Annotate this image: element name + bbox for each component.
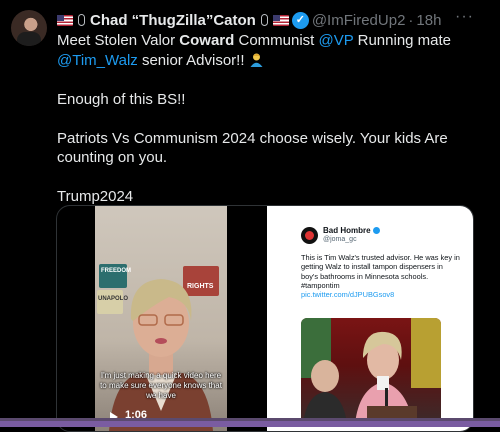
timestamp[interactable]: 18h [416, 12, 441, 29]
us-flag-icon [57, 14, 73, 26]
microphone-icon [260, 14, 268, 26]
user-handle[interactable]: @ImFiredUp2 [312, 12, 406, 29]
embedded-text: This is Tim Walz's trusted advisor. He w… [301, 253, 461, 299]
verified-badge-icon: ✓ [291, 11, 309, 29]
embedded-name: Bad Hombre [323, 226, 380, 235]
display-name[interactable]: Chad “ThugZilla”Caton [90, 12, 256, 29]
separator: · [408, 11, 414, 29]
video-person [109, 279, 213, 431]
verified-badge-icon [372, 227, 380, 234]
video-player[interactable]: FREEDOM RIGHTS UNAPOLO I'm just making a… [95, 206, 227, 431]
media-container[interactable]: FREEDOM RIGHTS UNAPOLO I'm just making a… [56, 205, 474, 432]
tweet[interactable]: Chad “ThugZilla”Caton ✓ @ImFiredUp2 · 18… [0, 0, 500, 432]
microphone-icon [78, 14, 85, 26]
man-emoji-icon [250, 53, 263, 67]
avatar[interactable] [11, 10, 47, 46]
embedded-avatar [301, 227, 318, 244]
embedded-name-text: Bad Hombre [323, 226, 371, 235]
tweet-para-2: Enough of this BS!! [57, 90, 186, 108]
tweet-para-4: Trump2024 [57, 188, 134, 205]
embedded-tweet-screenshot[interactable]: Bad Hombre @joma_gc This is Tim Walz's t… [267, 206, 473, 431]
tweet-line-1: Meet Stolen Valor Coward Communist @VP R… [57, 31, 487, 51]
embedded-link: pic.twitter.com/dJPUBGsov8 [301, 290, 395, 300]
embedded-handle: @joma_gc [323, 236, 357, 243]
tweet-text: Meet Stolen Valor Coward Communist @VP R… [57, 31, 487, 207]
text-segment: senior Advisor!! [137, 51, 249, 69]
embedded-body: This is Tim Walz's trusted advisor. He w… [301, 253, 460, 290]
text-bold: Coward [179, 32, 235, 49]
tweet-para-3: Patriots Vs Communism 2024 choose wisely… [57, 129, 448, 167]
video-caption: I'm just making a quick video here to ma… [100, 371, 222, 400]
bottom-bar [0, 418, 500, 427]
mention-vp[interactable]: @VP [319, 32, 354, 49]
us-flag-icon [272, 14, 289, 26]
text-segment: Meet Stolen Valor [57, 32, 180, 49]
mention-tim-walz[interactable]: @Tim_Walz [57, 52, 138, 69]
embedded-photo [301, 318, 441, 424]
more-options-icon[interactable]: ··· [455, 8, 474, 26]
photo-scene [301, 318, 441, 424]
tweet-line-2: @Tim_Walz senior Advisor!! [57, 51, 487, 71]
text-segment: Communist [234, 32, 319, 49]
text-segment: Running mate [353, 32, 452, 49]
tweet-header: Chad “ThugZilla”Caton ✓ @ImFiredUp2 · 18… [57, 10, 441, 30]
